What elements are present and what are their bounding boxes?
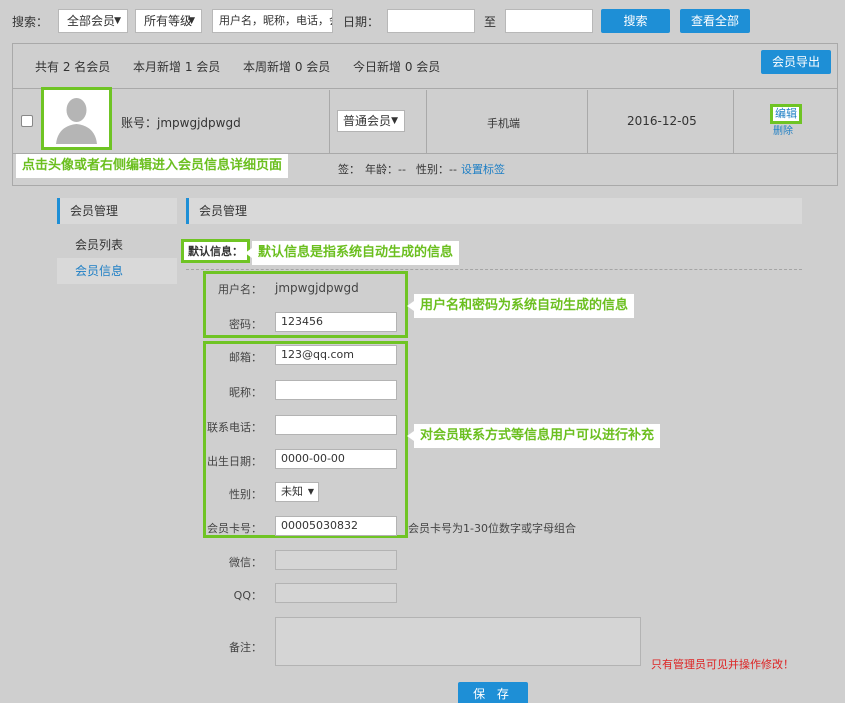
stat-week: 本周新增 0 会员 <box>243 60 331 74</box>
contact-callout: 对会员联系方式等信息用户可以进行补充 <box>406 424 661 448</box>
user-silhouette-icon <box>44 90 109 147</box>
to-label: 至 <box>484 15 497 29</box>
stat-total: 共有 2 名会员 <box>35 60 111 74</box>
search-label: 搜索： <box>12 15 49 29</box>
view-all-button[interactable]: 查看全部 <box>680 9 750 33</box>
search-bar: 搜索： 全部会员 ▼ 所有等级 ▼ 用户名，昵称，电话，会 日期： 至 搜索 查… <box>0 0 845 42</box>
date-label: 日期： <box>343 15 380 29</box>
grade-value: 普通会员 <box>343 114 392 128</box>
keyword-placeholder: 用户名，昵称，电话，会 <box>219 14 333 27</box>
source-text: 手机端 <box>487 117 520 130</box>
qq-field[interactable] <box>275 583 397 603</box>
remark-textarea[interactable] <box>275 617 641 666</box>
edit-link[interactable]: 编辑 <box>770 104 802 124</box>
birthday-field[interactable]: 0000-00-00 <box>275 449 397 469</box>
table-row: 账号：jmpwgjdpwgd 普通会员 ▼ 手机端 2016-12-05 编辑 … <box>13 90 837 154</box>
stats-bar: 共有 2 名会员 本月新增 1 会员 本周新增 0 会员 今日新增 0 会员 会… <box>13 44 837 89</box>
remark-hint: 只有管理员可见并操作修改！ <box>651 658 794 671</box>
keyword-input[interactable]: 用户名，昵称，电话，会 <box>212 9 333 33</box>
member-type-select[interactable]: 全部会员 ▼ <box>58 9 128 33</box>
nickname-field[interactable] <box>275 380 397 400</box>
level-select[interactable]: 所有等级 ▼ <box>135 9 202 33</box>
card-field[interactable]: 00005030832 <box>275 516 397 536</box>
divider <box>426 90 427 154</box>
email-field[interactable]: 123@qq.com <box>275 345 397 365</box>
password-field[interactable]: 123456 <box>275 312 397 332</box>
chevron-down-icon: ▼ <box>391 116 398 126</box>
grade-select[interactable]: 普通会员 ▼ <box>337 110 405 132</box>
sidebar-item-member-info[interactable]: 会员信息 <box>57 258 177 284</box>
username-value: jmpwgjdpwgd <box>275 281 359 295</box>
stat-today: 今日新增 0 会员 <box>353 60 441 74</box>
date-text: 2016-12-05 <box>627 114 697 128</box>
sidebar-item-member-list[interactable]: 会员列表 <box>57 232 177 258</box>
delete-link[interactable]: 删除 <box>773 122 793 137</box>
meta-tag: 签： <box>338 163 360 176</box>
contact-info-box <box>203 341 408 538</box>
card-hint: 会员卡号为1-30位数字或字母组合 <box>408 522 576 535</box>
account-callout: 用户名和密码为系统自动生成的信息 <box>406 294 635 318</box>
page-title: 会员管理 <box>186 198 802 224</box>
set-tag-link[interactable]: 设置标签 <box>461 161 505 177</box>
export-button[interactable]: 会员导出 <box>761 50 831 74</box>
chevron-down-icon: ▼ <box>307 487 314 496</box>
row-checkbox[interactable] <box>21 115 33 127</box>
stat-month: 本月新增 1 会员 <box>133 60 221 74</box>
divider <box>186 269 802 270</box>
default-info-callout: 默认信息是指系统自动生成的信息 <box>244 241 460 265</box>
wechat-field[interactable] <box>275 550 397 570</box>
phone-field[interactable] <box>275 415 397 435</box>
account-text: 账号：jmpwgjdpwgd <box>121 116 241 130</box>
level-value: 所有等级 <box>144 14 193 28</box>
divider <box>733 90 734 154</box>
start-date-input[interactable] <box>387 9 475 33</box>
save-button[interactable]: 保 存 <box>458 682 528 703</box>
avatar-callout: 点击头像或者右侧编辑进入会员信息详细页面 <box>16 154 289 178</box>
sidebar: 会员管理 会员列表 会员信息 <box>57 198 177 288</box>
chevron-down-icon: ▼ <box>188 16 195 26</box>
sidebar-title: 会员管理 <box>57 198 177 224</box>
divider <box>329 90 330 154</box>
meta-age: 年龄：-- <box>365 163 406 176</box>
member-type-value: 全部会员 <box>67 14 116 28</box>
end-date-input[interactable] <box>505 9 593 33</box>
gender-select[interactable]: 未知 ▼ <box>275 482 319 502</box>
gender-value: 未知 <box>281 485 303 498</box>
qq-label: QQ： <box>233 589 262 602</box>
wechat-label: 微信： <box>229 556 262 569</box>
default-info-label: 默认信息： <box>181 239 250 263</box>
chevron-down-icon: ▼ <box>114 16 121 26</box>
meta-gender: 性别：-- <box>416 163 457 176</box>
search-button[interactable]: 搜索 <box>601 9 670 33</box>
avatar[interactable] <box>41 87 112 150</box>
remark-label: 备注： <box>229 641 262 654</box>
divider <box>587 90 588 154</box>
